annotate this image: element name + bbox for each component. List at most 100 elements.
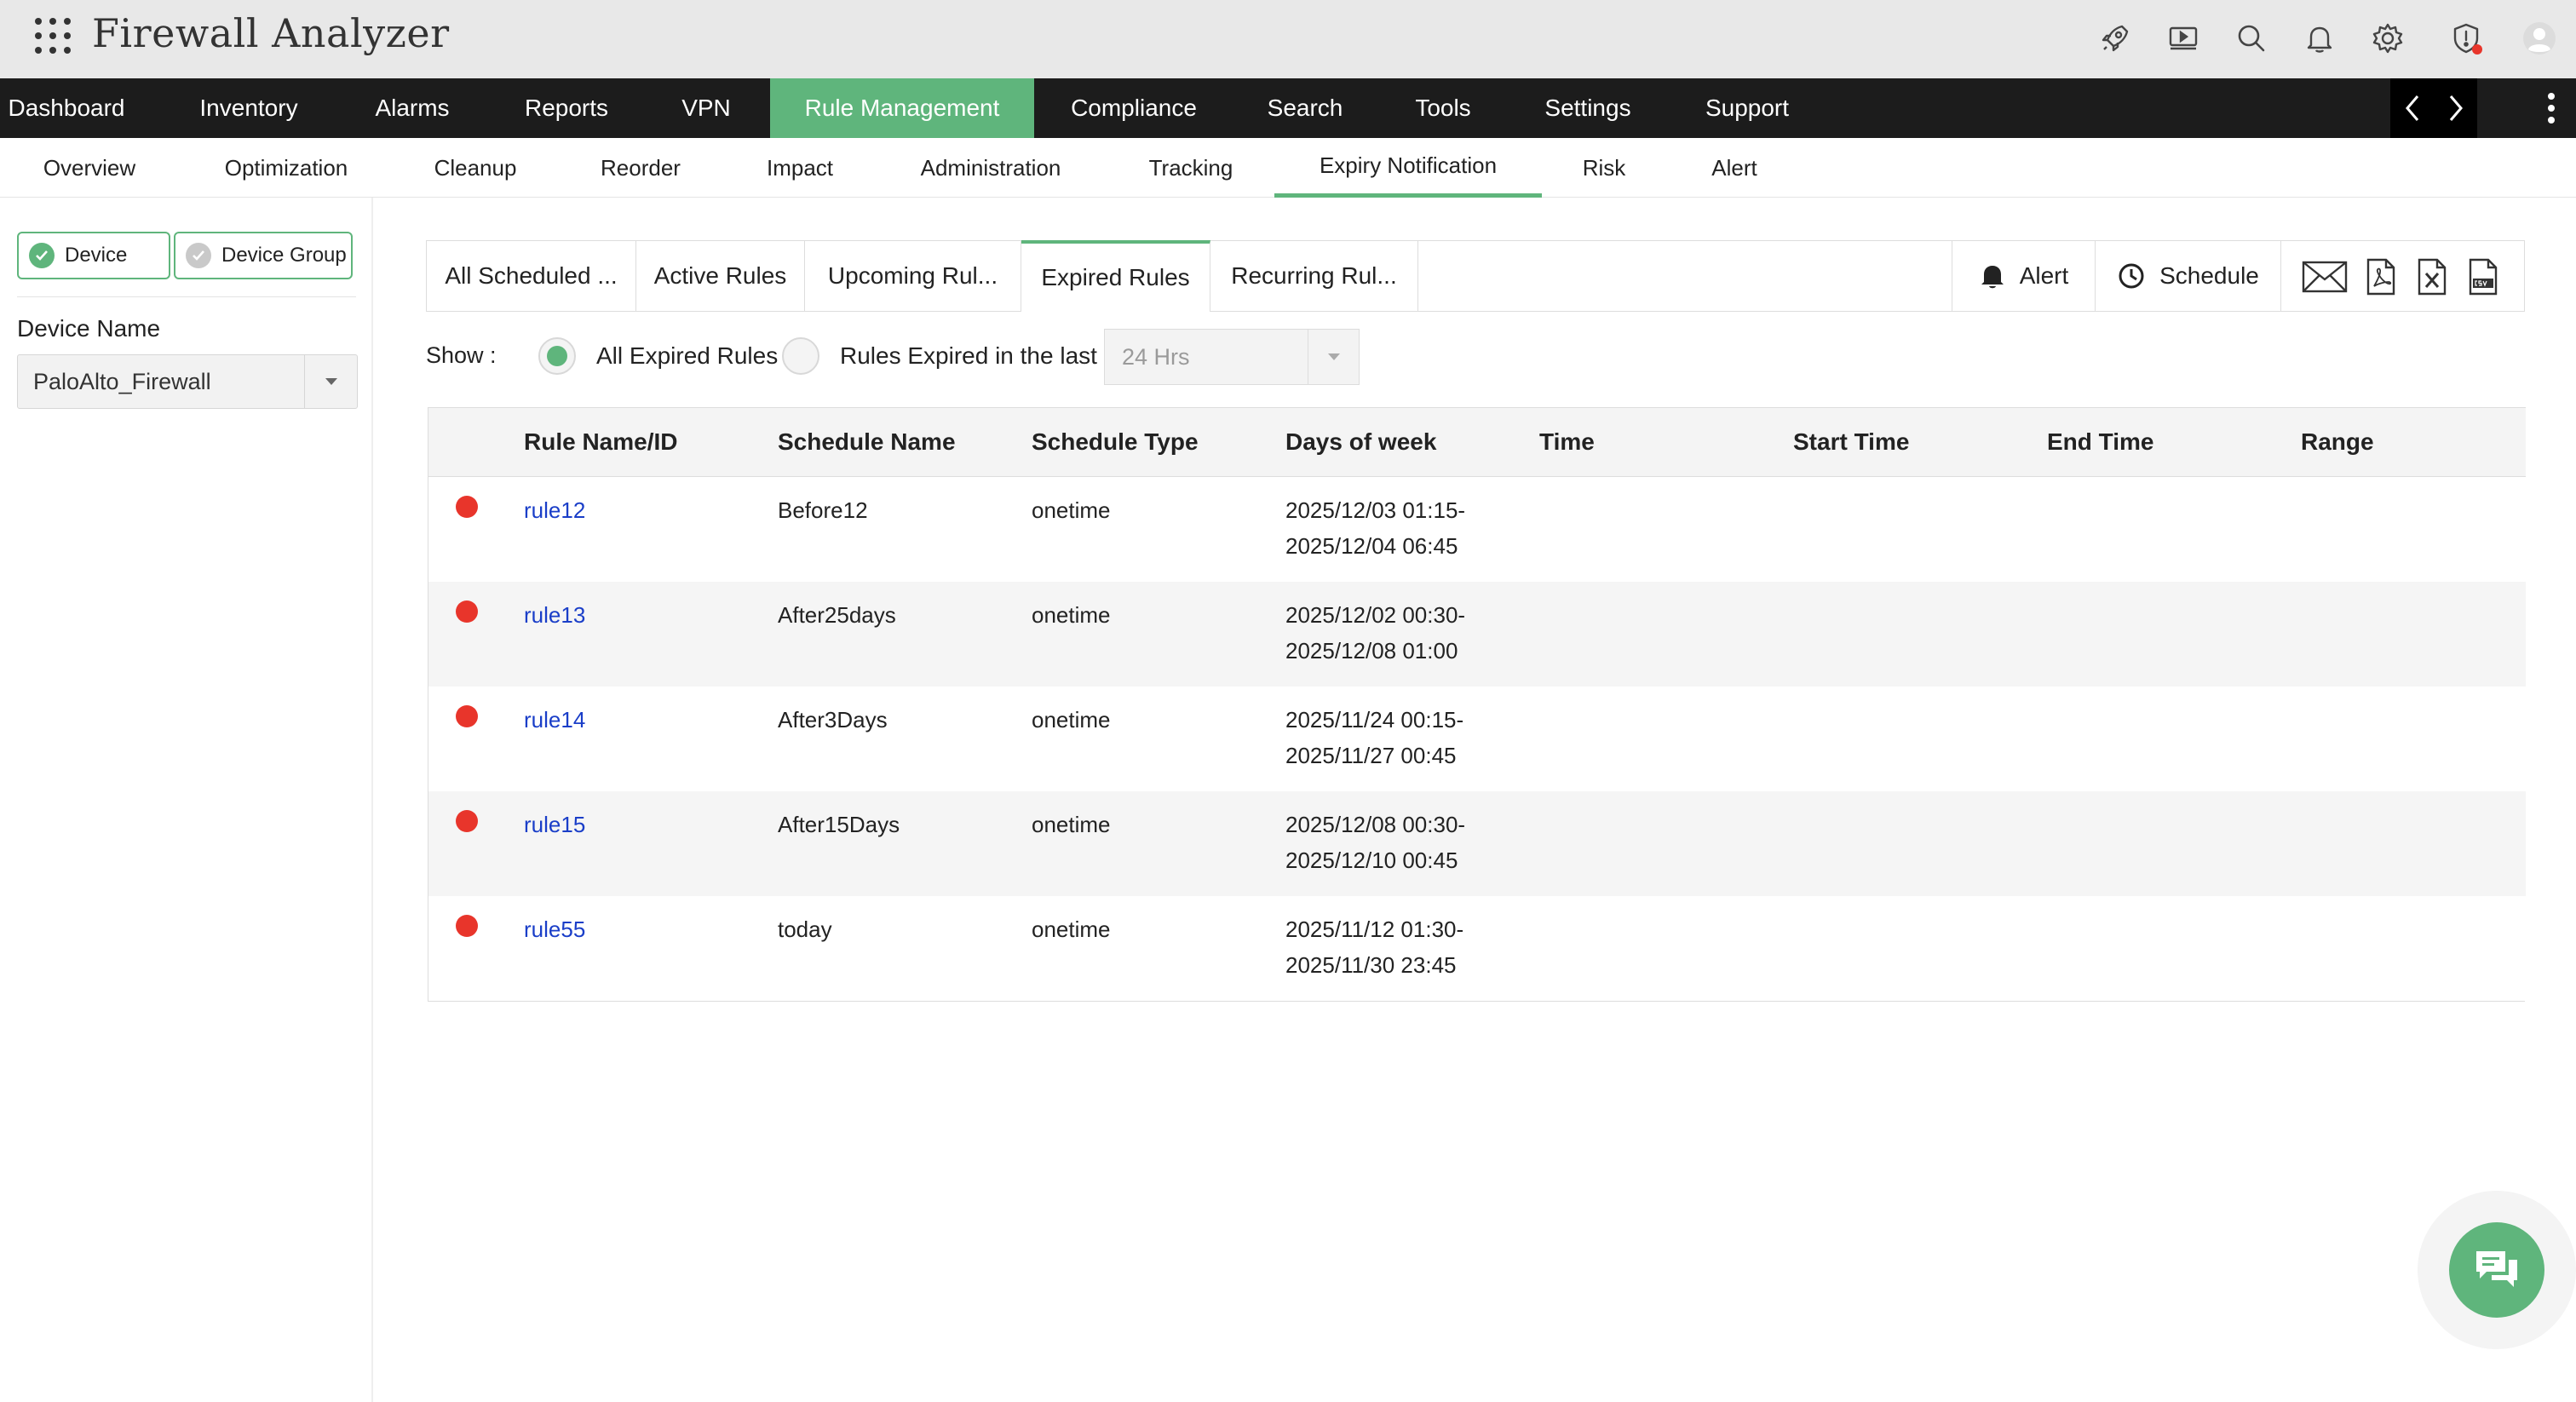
period-select-value: 24 Hrs [1122,343,1190,370]
tab-expired-rules[interactable]: Expired Rules [1021,240,1210,312]
col-range[interactable]: Range [2301,408,2374,476]
schedule-type-cell: onetime [1032,497,1111,523]
device-group-toggle-button[interactable]: Device Group [174,232,353,279]
col-end-time[interactable]: End Time [2047,408,2154,476]
schedule-type-cell: onetime [1032,812,1111,837]
caret-down-icon[interactable] [1308,330,1359,384]
nav-reports[interactable]: Reports [509,78,624,138]
rule-name-link[interactable]: rule15 [524,807,585,842]
table-row: rule12 Before12 onetime 2025/12/03 01:15… [428,477,2526,582]
check-circle-icon [29,243,55,268]
schedule-name-cell: today [778,916,832,942]
schedule-type-cell: onetime [1032,602,1111,628]
subnav-impact[interactable]: Impact [741,138,859,198]
subnav-expiry-notification[interactable]: Expiry Notification [1274,138,1542,198]
caret-down-icon[interactable] [304,355,357,408]
col-rule-name[interactable]: Rule Name/ID [524,408,678,476]
chat-widget [2418,1191,2576,1349]
tab-upcoming-rules[interactable]: Upcoming Rul... [805,240,1021,312]
nav-settings[interactable]: Settings [1533,78,1642,138]
schedule-button[interactable]: Schedule [2095,240,2280,312]
shield-alert-icon[interactable] [2445,17,2487,60]
col-schedule-type[interactable]: Schedule Type [1032,408,1199,476]
nav-rule-management[interactable]: Rule Management [770,78,1034,138]
device-name-select[interactable]: PaloAlto_Firewall [17,354,358,409]
bell-icon[interactable] [2298,17,2341,60]
range-end-cell: 2025/11/27 00:45 [1285,743,1457,768]
subnav-reorder[interactable]: Reorder [584,138,697,198]
schedule-name-cell: After3Days [778,707,888,733]
nav-inventory[interactable]: Inventory [177,78,320,138]
subnav-overview[interactable]: Overview [17,138,162,198]
range-start-cell: 2025/12/08 00:30- [1285,812,1466,837]
main-nav: Dashboard Inventory Alarms Reports VPN R… [0,78,2576,138]
subnav-optimization[interactable]: Optimization [204,138,368,198]
radio-all-expired[interactable] [538,337,576,375]
schedule-type-cell: onetime [1032,707,1111,733]
clock-icon [2119,263,2144,289]
nav-dashboard[interactable]: Dashboard [0,78,133,138]
mail-icon[interactable] [2301,256,2349,297]
subnav-administration[interactable]: Administration [903,138,1078,198]
rule-name-link[interactable]: rule12 [524,492,585,528]
expired-status-dot [456,915,478,937]
period-select[interactable]: 24 Hrs [1104,329,1360,385]
nav-compliance[interactable]: Compliance [1056,78,1211,138]
nav-search[interactable]: Search [1252,78,1358,138]
app-title: Firewall Analyzer [92,10,450,56]
nav-vpn[interactable]: VPN [664,78,748,138]
schedule-name-cell: After25days [778,602,896,628]
range-start-cell: 2025/12/02 00:30- [1285,602,1466,628]
apps-grid-icon[interactable] [34,17,72,55]
chevron-left-icon[interactable] [2390,78,2434,138]
table-row: rule13 After25days onetime 2025/12/02 00… [428,582,2526,687]
tab-all-scheduled[interactable]: All Scheduled ... [427,240,636,312]
sidebar: Device Device Group Device Name PaloAlto… [0,198,373,1402]
range-start-cell: 2025/11/12 01:30- [1285,916,1464,942]
nav-alarms[interactable]: Alarms [358,78,467,138]
search-icon[interactable] [2230,17,2273,60]
col-schedule-name[interactable]: Schedule Name [778,408,956,476]
expired-status-dot [456,496,478,518]
nav-scroll-arrows [2390,78,2477,138]
rocket-icon[interactable] [2094,17,2136,60]
app-header: Firewall Analyzer [0,0,2576,78]
nav-tools[interactable]: Tools [1404,78,1482,138]
radio-expired-last-label[interactable]: Rules Expired in the last [840,342,1097,370]
tab-recurring-rules[interactable]: Recurring Rul... [1210,240,1418,312]
excel-icon[interactable] [2412,256,2452,297]
col-time[interactable]: Time [1539,408,1595,476]
device-name-label: Device Name [17,315,161,342]
sidebar-divider [17,296,356,297]
expired-rules-table: Rule Name/ID Schedule Name Schedule Type… [428,407,2526,1002]
radio-expired-last[interactable] [782,337,819,375]
subnav-cleanup[interactable]: Cleanup [417,138,533,198]
device-toggle-button[interactable]: Device [17,232,170,279]
tab-active-rules[interactable]: Active Rules [636,240,805,312]
radio-selected-dot [547,346,567,366]
chat-icon[interactable] [2449,1222,2544,1318]
col-days-of-week[interactable]: Days of week [1285,408,1436,476]
nav-support[interactable]: Support [1695,78,1799,138]
chevron-right-icon[interactable] [2434,78,2477,138]
csv-icon[interactable] [2463,256,2504,297]
subnav-risk[interactable]: Risk [1573,138,1636,198]
gear-icon[interactable] [2366,17,2409,60]
rule-name-link[interactable]: rule13 [524,597,585,633]
alert-button[interactable]: Alert [1952,240,2095,312]
expired-status-dot [456,705,478,727]
radio-all-expired-label[interactable]: All Expired Rules [596,342,778,370]
subnav-tracking[interactable]: Tracking [1124,138,1257,198]
schedule-button-label: Schedule [2159,262,2259,289]
col-start-time[interactable]: Start Time [1793,408,1909,476]
pdf-icon[interactable] [2360,256,2401,297]
show-label: Show : [426,342,497,368]
subnav-alert[interactable]: Alert [1695,138,1774,198]
more-menu-icon[interactable] [2539,78,2564,138]
rule-name-link[interactable]: rule55 [524,911,585,947]
expired-status-dot [456,600,478,623]
user-avatar-icon[interactable] [2518,17,2561,60]
rule-name-link[interactable]: rule14 [524,702,585,738]
table-row: rule55 today onetime 2025/11/12 01:30- 2… [428,896,2526,1001]
video-icon[interactable] [2162,17,2205,60]
